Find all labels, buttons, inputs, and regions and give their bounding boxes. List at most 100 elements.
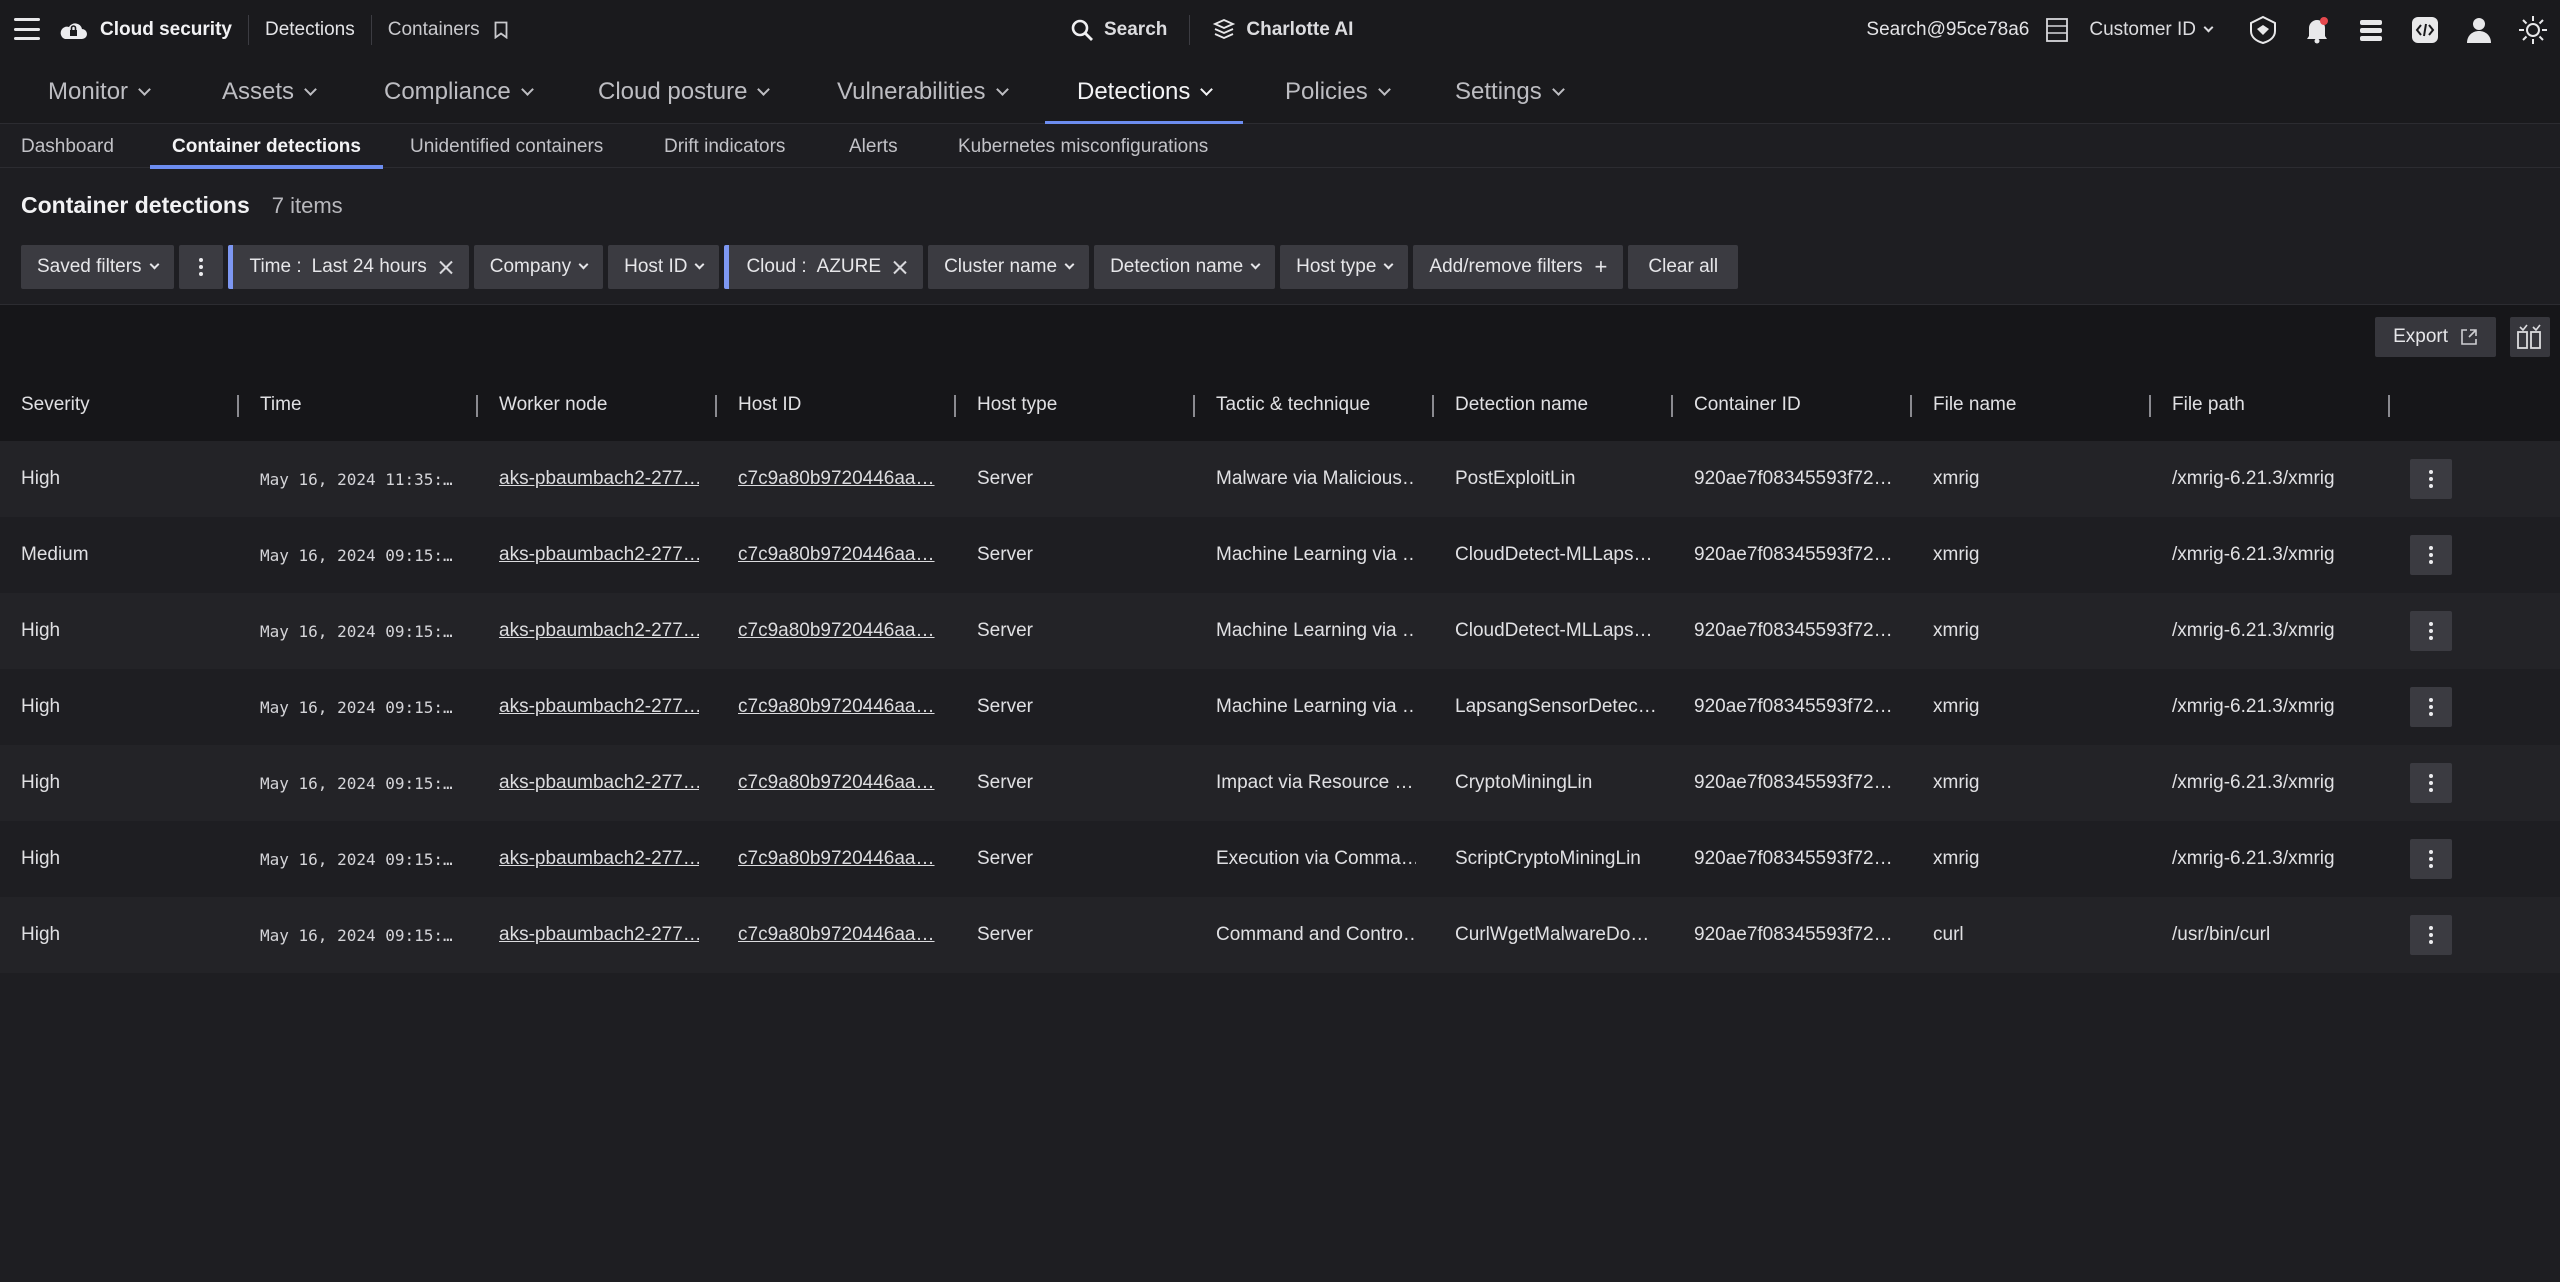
column-resize-handle[interactable]	[2149, 395, 2151, 417]
row-actions-button[interactable]	[2410, 839, 2452, 879]
row-actions-button[interactable]	[2410, 687, 2452, 727]
cell-worker-node[interactable]: aks-pbaumbach2-277…	[499, 669, 699, 745]
close-icon[interactable]	[439, 260, 453, 274]
nav-assets[interactable]: Assets	[222, 60, 317, 124]
table-row[interactable]: High May 16, 2024 09:15:… aks-pbaumbach2-2…	[0, 593, 2560, 669]
cell-worker-node[interactable]: aks-pbaumbach2-277…	[499, 517, 699, 593]
breadcrumb-detections[interactable]: Detections	[249, 15, 372, 45]
cell-worker-node[interactable]: aks-pbaumbach2-277…	[499, 821, 699, 897]
charlotte-ai-button[interactable]: Charlotte AI	[1246, 19, 1353, 41]
tab-unidentified-containers[interactable]: Unidentified containers	[410, 125, 603, 168]
theme-toggle-button[interactable]	[2506, 0, 2560, 60]
cell-host-id[interactable]: c7c9a80b9720446aa…	[738, 593, 938, 669]
host-type-filter[interactable]: Host type	[1280, 245, 1409, 289]
column-resize-handle[interactable]	[1193, 395, 1195, 417]
cell-container-id: 920ae7f08345593f72…	[1694, 772, 1893, 793]
tab-alerts[interactable]: Alerts	[849, 125, 898, 168]
tab-drift-indicators[interactable]: Drift indicators	[664, 125, 785, 168]
nav-policies[interactable]: Policies	[1285, 60, 1391, 124]
column-header-detection-name[interactable]: Detection name	[1455, 369, 1588, 441]
cell-file-path: /xmrig-6.21.3/xmrig	[2172, 848, 2335, 869]
cluster-name-filter[interactable]: Cluster name	[928, 245, 1090, 289]
row-actions-button[interactable]	[2410, 535, 2452, 575]
customer-id-dropdown[interactable]: Customer ID	[2089, 19, 2214, 41]
host-id-filter[interactable]: Host ID	[608, 245, 720, 289]
column-header-container-id[interactable]: Container ID	[1694, 369, 1801, 441]
table-row[interactable]: High May 16, 2024 09:15:… aks-pbaumbach2-2…	[0, 821, 2560, 897]
nav-settings[interactable]: Settings	[1455, 60, 1565, 124]
column-resize-handle[interactable]	[715, 395, 717, 417]
cell-host-id[interactable]: c7c9a80b9720446aa…	[738, 669, 938, 745]
search-icon[interactable]	[1070, 18, 1094, 42]
cell-worker-node[interactable]: aks-pbaumbach2-277…	[499, 441, 699, 517]
activity-button[interactable]	[2344, 0, 2398, 60]
server-icon[interactable]	[2045, 17, 2069, 43]
breadcrumb-containers[interactable]: Containers	[372, 15, 524, 45]
user-profile-button[interactable]	[2452, 0, 2506, 60]
breadcrumb-cloud-security[interactable]: Cloud security	[58, 15, 249, 45]
search-button[interactable]: Search	[1104, 19, 1167, 41]
cell-worker-node[interactable]: aks-pbaumbach2-277…	[499, 593, 699, 669]
page-title: Container detections	[21, 192, 250, 218]
cell-worker-node[interactable]: aks-pbaumbach2-277…	[499, 897, 699, 973]
company-filter[interactable]: Company	[473, 245, 604, 289]
menu-icon[interactable]	[14, 18, 40, 40]
tab-dashboard[interactable]: Dashboard	[21, 125, 114, 168]
cell-tactic-technique: Machine Learning via …	[1216, 544, 1416, 565]
table-row[interactable]: High May 16, 2024 09:15:… aks-pbaumbach2-2…	[0, 669, 2560, 745]
column-resize-handle[interactable]	[2388, 395, 2390, 417]
developer-tools-button[interactable]	[2398, 0, 2452, 60]
row-actions-button[interactable]	[2410, 915, 2452, 955]
cell-worker-node[interactable]: aks-pbaumbach2-277…	[499, 745, 699, 821]
column-header-worker-node[interactable]: Worker node	[499, 369, 607, 441]
column-resize-handle[interactable]	[954, 395, 956, 417]
notifications-button[interactable]	[2290, 0, 2344, 60]
column-header-severity[interactable]: Severity	[21, 369, 90, 441]
table-row[interactable]: High May 16, 2024 09:15:… aks-pbaumbach2-2…	[0, 745, 2560, 821]
cell-host-id[interactable]: c7c9a80b9720446aa…	[738, 441, 938, 517]
nav-label: Policies	[1285, 78, 1368, 105]
column-resize-handle[interactable]	[1910, 395, 1912, 417]
nav-compliance[interactable]: Compliance	[384, 60, 534, 124]
column-header-time[interactable]: Time	[260, 369, 302, 441]
time-filter[interactable]: Time : Last 24 hours	[227, 245, 469, 289]
close-icon[interactable]	[893, 260, 907, 274]
cell-host-id[interactable]: c7c9a80b9720446aa…	[738, 745, 938, 821]
filter-options-button[interactable]	[178, 245, 223, 289]
cell-host-id[interactable]: c7c9a80b9720446aa…	[738, 821, 938, 897]
nav-vulnerabilities[interactable]: Vulnerabilities	[837, 60, 1009, 124]
column-header-host-type[interactable]: Host type	[977, 369, 1057, 441]
saved-filters-dropdown[interactable]: Saved filters	[21, 245, 174, 289]
cell-host-id[interactable]: c7c9a80b9720446aa…	[738, 897, 938, 973]
column-settings-button[interactable]	[2510, 317, 2550, 357]
column-resize-handle[interactable]	[1671, 395, 1673, 417]
clear-all-button[interactable]: Clear all	[1628, 245, 1739, 289]
add-remove-filters-button[interactable]: Add/remove filters +	[1413, 245, 1624, 289]
detection-name-filter[interactable]: Detection name	[1094, 245, 1276, 289]
column-resize-handle[interactable]	[1432, 395, 1434, 417]
row-actions-button[interactable]	[2410, 611, 2452, 651]
cloud-filter[interactable]: Cloud : AZURE	[724, 245, 924, 289]
row-actions-button[interactable]	[2410, 763, 2452, 803]
export-button[interactable]: Export	[2375, 317, 2496, 357]
cell-host-id[interactable]: c7c9a80b9720446aa…	[738, 517, 938, 593]
nav-detections[interactable]: Detections	[1044, 60, 1244, 124]
nav-cloud-posture[interactable]: Cloud posture	[598, 60, 771, 124]
table-row[interactable]: High May 16, 2024 11:35:… aks-pbaumbach2-2…	[0, 441, 2560, 517]
column-header-file-name[interactable]: File name	[1933, 369, 2016, 441]
cell-severity: High	[21, 924, 61, 945]
column-header-host-id[interactable]: Host ID	[738, 369, 801, 441]
nav-monitor[interactable]: Monitor	[48, 60, 151, 124]
column-header-tactic-technique[interactable]: Tactic & technique	[1216, 369, 1370, 441]
cell-container-id: 920ae7f08345593f72…	[1694, 468, 1893, 489]
table-row[interactable]: Medium May 16, 2024 09:15:… aks-pbaumbach2…	[0, 517, 2560, 593]
falcon-badge-button[interactable]	[2236, 0, 2290, 60]
column-resize-handle[interactable]	[476, 395, 478, 417]
table-row[interactable]: High May 16, 2024 09:15:… aks-pbaumbach2-2…	[0, 897, 2560, 973]
bookmark-icon[interactable]	[494, 21, 508, 39]
tab-container-detections[interactable]: Container detections	[150, 125, 383, 169]
column-resize-handle[interactable]	[237, 395, 239, 417]
tab-kubernetes-misconfigurations[interactable]: Kubernetes misconfigurations	[958, 125, 1208, 168]
row-actions-button[interactable]	[2410, 459, 2452, 499]
column-header-file-path[interactable]: File path	[2172, 369, 2245, 441]
